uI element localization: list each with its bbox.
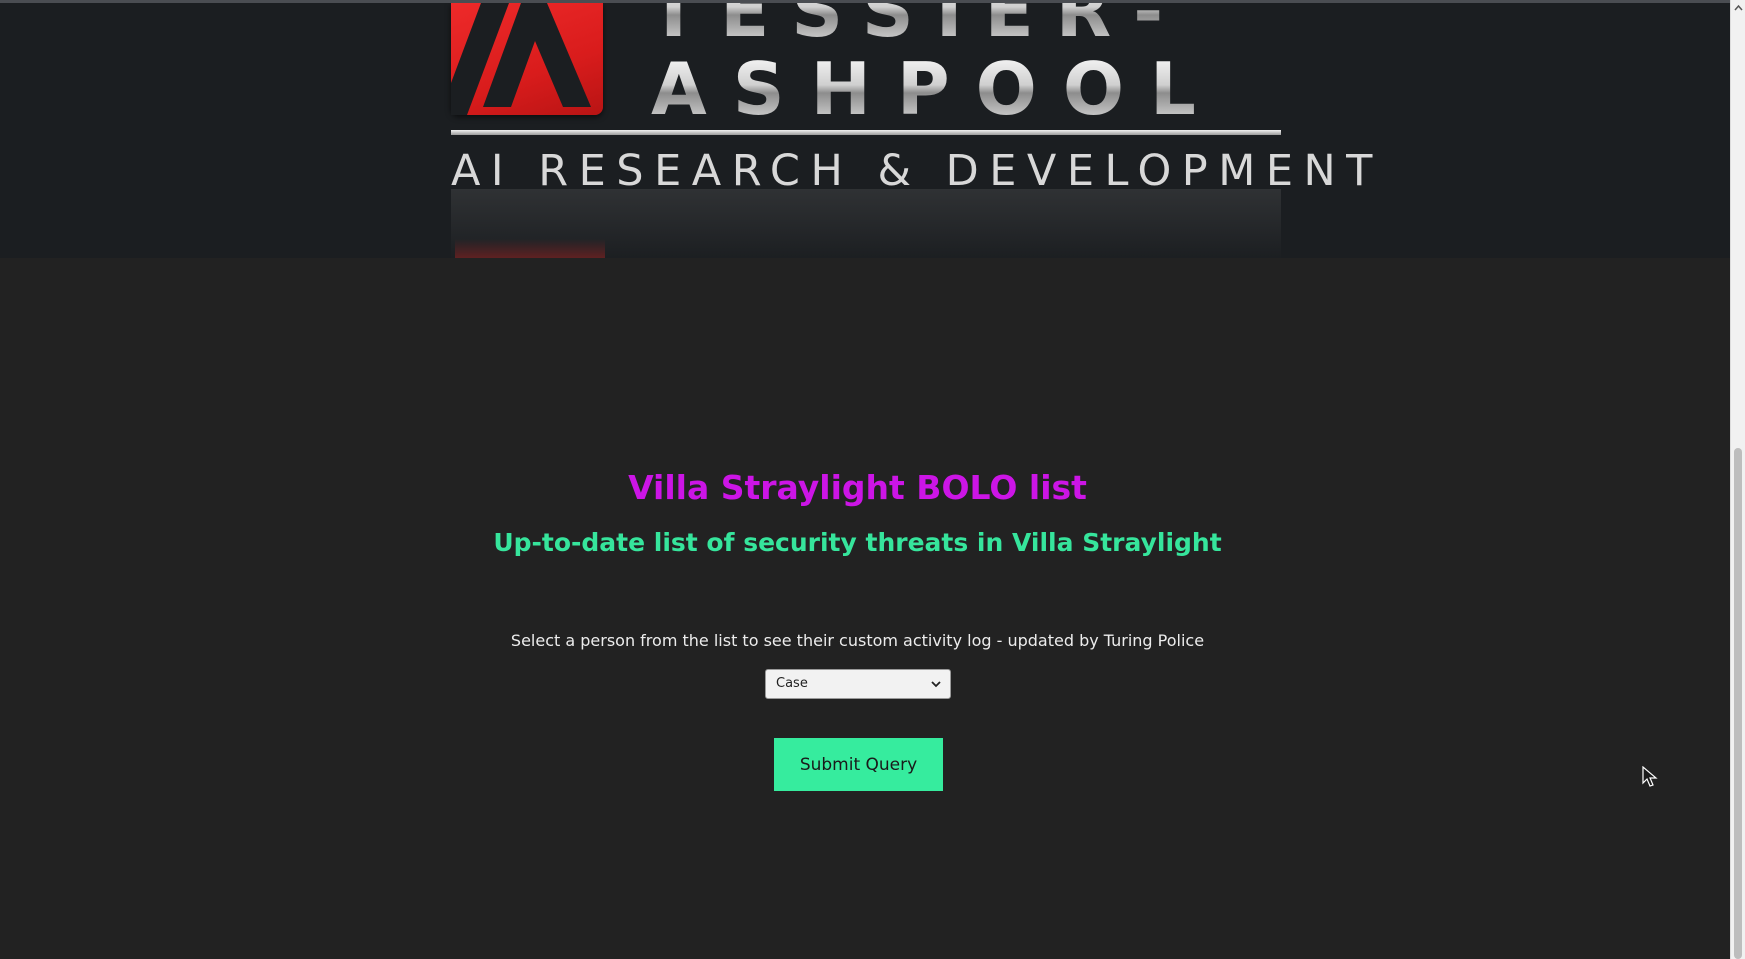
- logo-divider: [451, 130, 1281, 135]
- chevron-down-icon: [931, 681, 941, 688]
- submit-query-button[interactable]: Submit Query: [774, 738, 943, 791]
- page: TESSIER- ASHPOOL AI RESEARCH & DEVELOPME…: [0, 0, 1745, 959]
- person-select[interactable]: Case: [765, 669, 951, 699]
- logo-title-line1: TESSIER-: [649, 3, 1185, 51]
- tessier-ashpool-logo: TESSIER- ASHPOOL AI RESEARCH & DEVELOPME…: [449, 3, 1372, 258]
- logo-emblem: [451, 3, 603, 115]
- vertical-scrollbar[interactable]: [1730, 0, 1745, 959]
- main-content: Villa Straylight BOLO list Up-to-date li…: [0, 258, 1730, 959]
- logo-title-line2: ASHPOOL: [651, 47, 1222, 131]
- chevron-up-icon[interactable]: [1733, 3, 1744, 13]
- page-title: Villa Straylight BOLO list: [628, 468, 1087, 507]
- scrollbar-thumb[interactable]: [1734, 448, 1742, 959]
- person-select-value: Case: [776, 676, 808, 691]
- header-banner: TESSIER- ASHPOOL AI RESEARCH & DEVELOPME…: [0, 3, 1730, 258]
- mouse-pointer-icon: [1642, 766, 1658, 787]
- select-instruction: Select a person from the list to see the…: [510, 631, 1205, 650]
- logo-emblem-reflection: [455, 239, 605, 258]
- page-subtitle: Up-to-date list of security threats in V…: [493, 528, 1222, 557]
